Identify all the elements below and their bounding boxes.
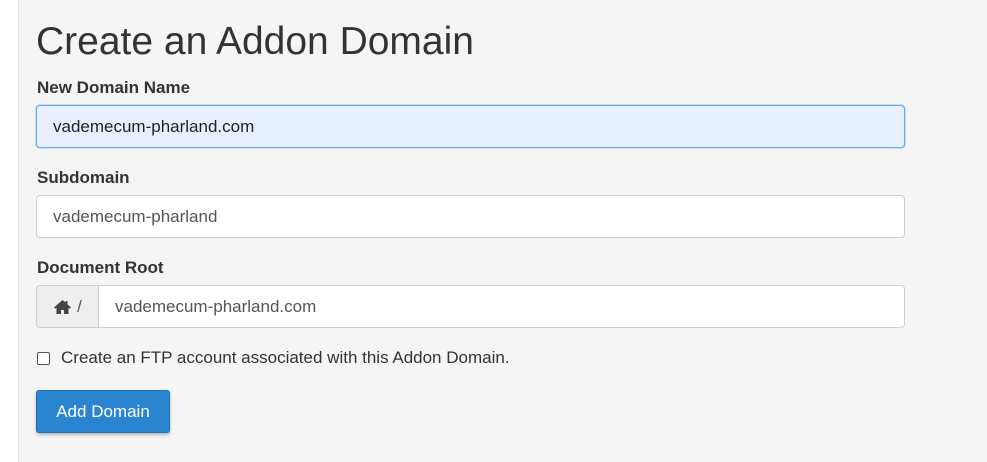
subdomain-input[interactable] bbox=[36, 195, 905, 238]
add-domain-button[interactable]: Add Domain bbox=[36, 390, 170, 433]
page-title: Create an Addon Domain bbox=[36, 20, 474, 63]
ftp-checkbox-row: Create an FTP account associated with th… bbox=[37, 347, 510, 369]
home-icon bbox=[53, 299, 72, 315]
new-domain-input[interactable] bbox=[36, 105, 905, 148]
document-root-input[interactable] bbox=[98, 285, 905, 328]
left-sidebar-edge bbox=[0, 0, 19, 462]
subdomain-label: Subdomain bbox=[37, 168, 130, 187]
document-root-prefix: / bbox=[36, 285, 98, 328]
new-domain-label: New Domain Name bbox=[37, 78, 191, 97]
ftp-account-checkbox[interactable] bbox=[37, 351, 50, 365]
ftp-account-checkbox-label[interactable]: Create an FTP account associated with th… bbox=[61, 347, 510, 369]
document-root-prefix-slash: / bbox=[77, 296, 82, 316]
document-root-group: / bbox=[36, 285, 905, 328]
document-root-label: Document Root bbox=[37, 258, 164, 277]
